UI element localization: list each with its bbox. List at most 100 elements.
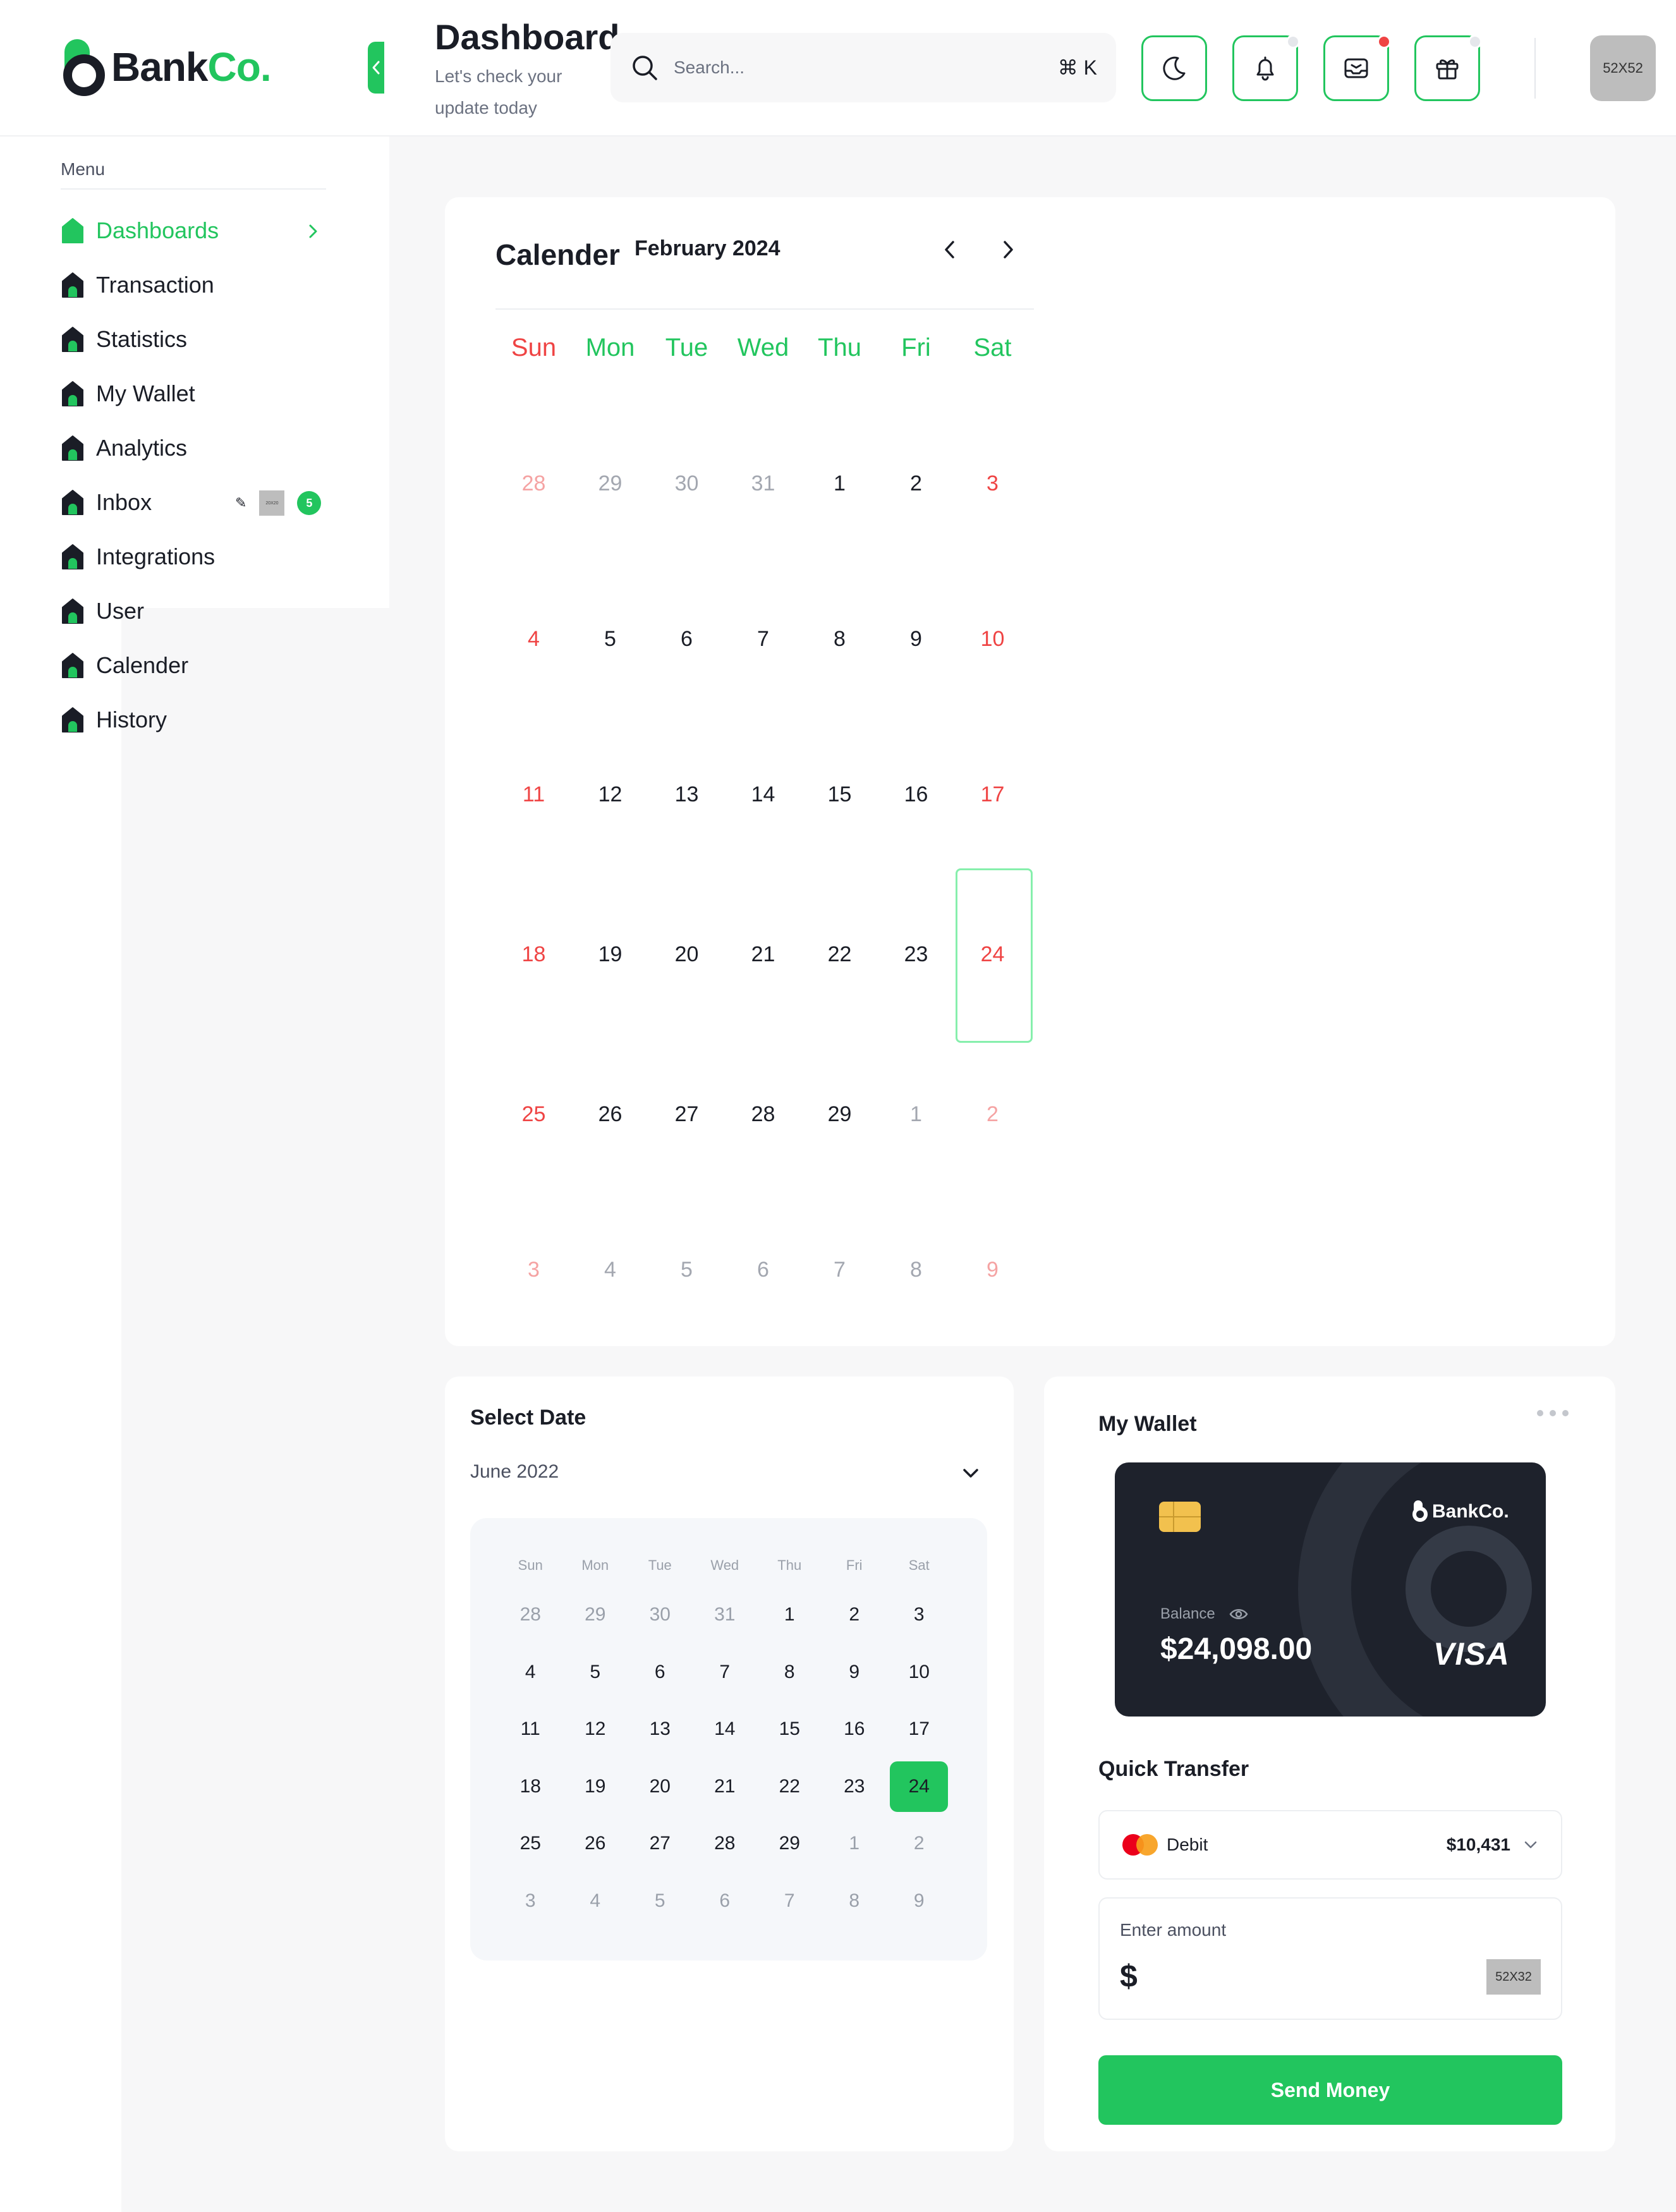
- mini-calendar-day[interactable]: 28: [693, 1815, 758, 1873]
- mini-calendar-day[interactable]: 23: [822, 1758, 887, 1816]
- calendar-day[interactable]: 23: [878, 872, 954, 1036]
- messages-button[interactable]: [1323, 35, 1391, 101]
- mini-calendar-day[interactable]: 29: [757, 1815, 822, 1873]
- calendar-day[interactable]: 7: [725, 561, 801, 717]
- calendar-day[interactable]: 12: [572, 717, 648, 872]
- mini-calendar-day[interactable]: 27: [628, 1815, 693, 1873]
- month-select[interactable]: June 2022: [470, 1461, 559, 1483]
- calendar-day[interactable]: 1: [801, 406, 878, 561]
- calendar-day[interactable]: 5: [648, 1192, 725, 1347]
- calendar-day[interactable]: 29: [801, 1036, 878, 1192]
- calendar-day[interactable]: 2: [954, 1036, 1031, 1192]
- mini-calendar-day[interactable]: 17: [887, 1701, 952, 1758]
- sidebar-collapse-button[interactable]: [368, 42, 384, 94]
- amount-field[interactable]: Enter amount $ 52X32: [1098, 1897, 1562, 2020]
- chevron-down-icon[interactable]: [958, 1464, 983, 1483]
- mini-calendar-day[interactable]: 9: [887, 1873, 952, 1930]
- mini-calendar-day[interactable]: 10: [887, 1644, 952, 1701]
- prev-month-button[interactable]: [934, 234, 966, 265]
- mini-calendar-day[interactable]: 6: [628, 1644, 693, 1701]
- calendar-day[interactable]: 19: [572, 872, 648, 1036]
- calendar-day[interactable]: 10: [954, 561, 1031, 717]
- mini-calendar-day[interactable]: 8: [822, 1873, 887, 1930]
- calendar-day[interactable]: 22: [801, 872, 878, 1036]
- calendar-day[interactable]: 3: [954, 406, 1031, 561]
- mini-calendar-day[interactable]: 16: [822, 1701, 887, 1758]
- next-month-button[interactable]: [992, 234, 1024, 265]
- calendar-day[interactable]: 15: [801, 717, 878, 872]
- calendar-day[interactable]: 28: [495, 406, 572, 561]
- calendar-day[interactable]: 30: [648, 406, 725, 561]
- sidebar-item-integrations[interactable]: Integrations: [61, 530, 332, 584]
- sidebar-item-dashboards[interactable]: Dashboards: [61, 204, 332, 258]
- calendar-day[interactable]: 25: [495, 1036, 572, 1192]
- mini-calendar-day[interactable]: 22: [757, 1758, 822, 1816]
- mini-calendar-day[interactable]: 2: [822, 1586, 887, 1644]
- mini-calendar-day[interactable]: 1: [757, 1586, 822, 1644]
- calendar-day[interactable]: 8: [801, 561, 878, 717]
- search-input[interactable]: [674, 58, 1058, 78]
- mini-calendar-day[interactable]: 5: [563, 1644, 628, 1701]
- sidebar-item-my-wallet[interactable]: My Wallet: [61, 367, 332, 421]
- amount-input[interactable]: [1148, 1962, 1451, 2000]
- calendar-day[interactable]: 11: [495, 717, 572, 872]
- calendar-day[interactable]: 2: [878, 406, 954, 561]
- calendar-day[interactable]: 5: [572, 561, 648, 717]
- mini-calendar-day[interactable]: 14: [693, 1701, 758, 1758]
- mini-calendar-day[interactable]: 11: [498, 1701, 563, 1758]
- pencil-icon[interactable]: ✎: [235, 495, 246, 511]
- calendar-day[interactable]: 7: [801, 1192, 878, 1347]
- mini-calendar-day[interactable]: 4: [498, 1644, 563, 1701]
- mini-calendar-day[interactable]: 8: [757, 1644, 822, 1701]
- mini-calendar-day[interactable]: 26: [563, 1815, 628, 1873]
- calendar-day[interactable]: 18: [495, 872, 572, 1036]
- mini-calendar-day[interactable]: 29: [563, 1586, 628, 1644]
- calendar-day[interactable]: 14: [725, 717, 801, 872]
- mini-calendar-day[interactable]: 4: [563, 1873, 628, 1930]
- notifications-button[interactable]: [1232, 35, 1300, 101]
- calendar-day[interactable]: 17: [954, 717, 1031, 872]
- mini-calendar-day[interactable]: 19: [563, 1758, 628, 1816]
- sidebar-item-calender[interactable]: Calender: [61, 638, 332, 693]
- calendar-day[interactable]: 16: [878, 717, 954, 872]
- bank-card[interactable]: BankCo. Balance $24,098.00 VISA: [1115, 1462, 1546, 1717]
- mini-calendar-day[interactable]: 3: [498, 1873, 563, 1930]
- send-money-button[interactable]: Send Money: [1098, 2055, 1562, 2125]
- gifts-button[interactable]: [1414, 35, 1482, 101]
- calendar-day[interactable]: 3: [495, 1192, 572, 1347]
- mini-calendar-day[interactable]: 5: [628, 1873, 693, 1930]
- avatar[interactable]: 52X52: [1590, 35, 1656, 101]
- sidebar-item-statistics[interactable]: Statistics: [61, 312, 332, 367]
- calendar-day[interactable]: 9: [878, 561, 954, 717]
- eye-icon[interactable]: [1229, 1607, 1248, 1622]
- more-options-icon[interactable]: [1537, 1407, 1569, 1419]
- search-bar[interactable]: ⌘ K: [610, 33, 1116, 102]
- calendar-day[interactable]: 1: [878, 1036, 954, 1192]
- calendar-day[interactable]: 6: [648, 561, 725, 717]
- calendar-day[interactable]: 4: [572, 1192, 648, 1347]
- calendar-day[interactable]: 9: [954, 1192, 1031, 1347]
- mini-calendar-day[interactable]: 12: [563, 1701, 628, 1758]
- mini-calendar-day[interactable]: 31: [693, 1586, 758, 1644]
- calendar-day[interactable]: 6: [725, 1192, 801, 1347]
- mini-calendar-day-selected[interactable]: 24: [887, 1758, 952, 1816]
- mini-calendar-day[interactable]: 7: [757, 1873, 822, 1930]
- calendar-day[interactable]: 24: [954, 868, 1033, 1043]
- calendar-day[interactable]: 4: [495, 561, 572, 717]
- calendar-day[interactable]: 20: [648, 872, 725, 1036]
- sidebar-item-analytics[interactable]: Analytics: [61, 421, 332, 475]
- mini-calendar-day[interactable]: 9: [822, 1644, 887, 1701]
- mini-calendar-day[interactable]: 28: [498, 1586, 563, 1644]
- mini-calendar-day[interactable]: 3: [887, 1586, 952, 1644]
- calendar-day[interactable]: 13: [648, 717, 725, 872]
- mini-calendar-day[interactable]: 6: [693, 1873, 758, 1930]
- mini-calendar-day[interactable]: 7: [693, 1644, 758, 1701]
- mini-calendar-day[interactable]: 2: [887, 1815, 952, 1873]
- calendar-day[interactable]: 28: [725, 1036, 801, 1192]
- calendar-day[interactable]: 27: [648, 1036, 725, 1192]
- calendar-day[interactable]: 26: [572, 1036, 648, 1192]
- mini-calendar-day[interactable]: 1: [822, 1815, 887, 1873]
- calendar-day[interactable]: 29: [572, 406, 648, 561]
- mini-calendar-day[interactable]: 20: [628, 1758, 693, 1816]
- account-select[interactable]: Debit $10,431: [1098, 1810, 1562, 1880]
